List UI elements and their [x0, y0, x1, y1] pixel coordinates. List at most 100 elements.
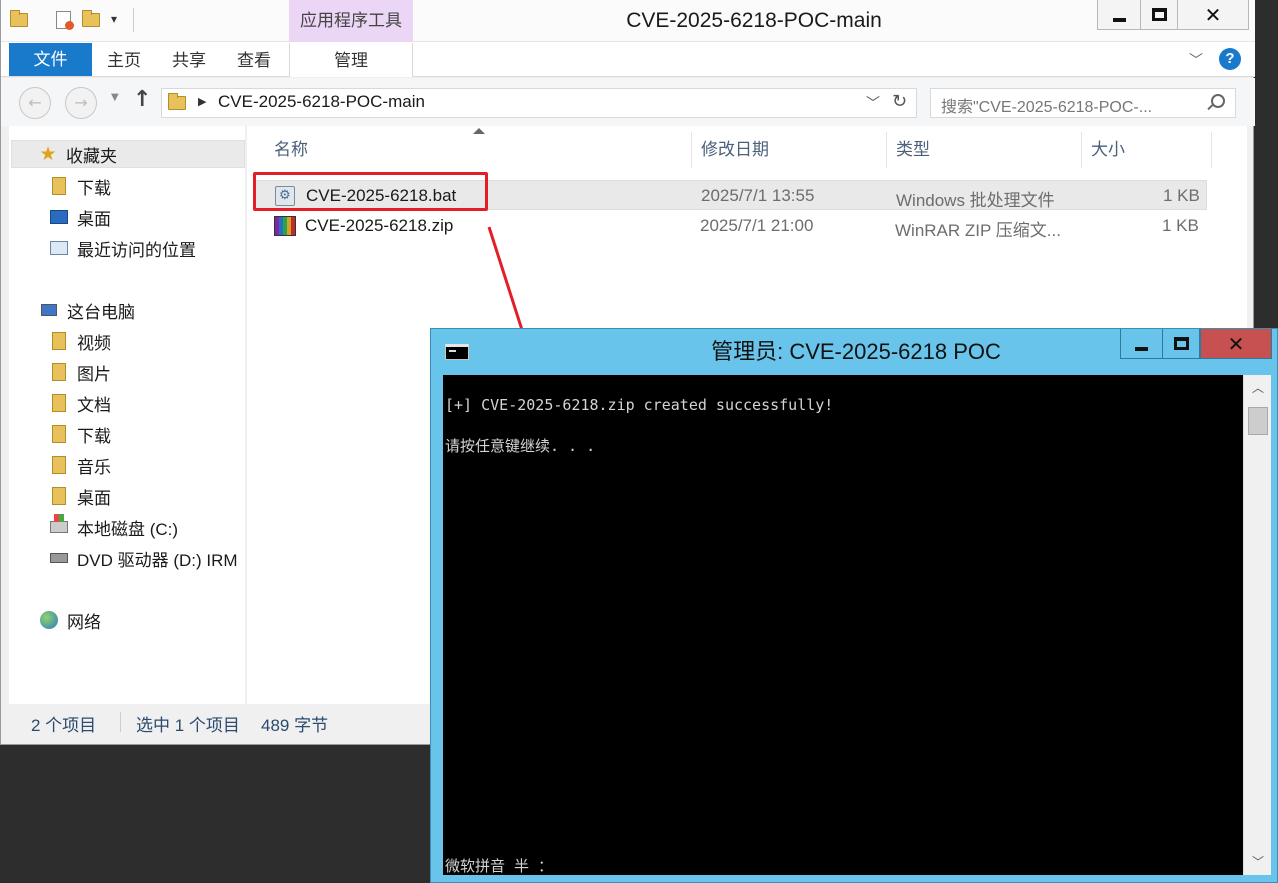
search-input[interactable]: 搜索"CVE-2025-6218-POC-...: [930, 88, 1236, 118]
tab-view[interactable]: 查看: [237, 43, 271, 76]
file-name: CVE-2025-6218.zip: [305, 216, 454, 235]
address-bar-row: ← → ▼ ↑ ▶ CVE-2025-6218-POC-main ﹀ ↻ 搜索"…: [1, 78, 1255, 126]
ribbon-tabs: 文件 主页 共享 查看 管理 ﹀ ?: [1, 42, 1255, 77]
console-title-bar: 管理员: CVE-2025-6218 POC ✕: [431, 329, 1278, 375]
desktop-folder-icon: [49, 486, 69, 506]
desktop-icon: [49, 207, 69, 227]
maximize-button[interactable]: [1140, 0, 1178, 30]
navigation-pane: ★ 收藏夹 下载 桌面 最近访问的位置 这台电脑 视频 图片 文档 下载 音乐 …: [9, 126, 245, 704]
sidebar-item-recent-places[interactable]: 最近访问的位置: [49, 234, 196, 262]
sidebar-item-videos[interactable]: 视频: [49, 327, 111, 355]
file-row[interactable]: CVE-2025-6218.zip 2025/7/1 21:00 WinRAR …: [255, 211, 1207, 241]
close-button[interactable]: ✕: [1177, 0, 1249, 30]
computer-icon: [39, 300, 59, 320]
console-output[interactable]: [+] CVE-2025-6218.zip created successful…: [443, 375, 1243, 875]
sidebar-item-favorites[interactable]: ★ 收藏夹: [11, 140, 245, 168]
tab-file[interactable]: 文件: [9, 43, 92, 76]
scroll-down-icon[interactable]: ﹀: [1244, 849, 1272, 875]
sidebar-item-desktop[interactable]: 桌面: [49, 203, 111, 231]
maximize-icon: [1173, 337, 1189, 350]
breadcrumb[interactable]: CVE-2025-6218-POC-main: [218, 92, 425, 112]
quick-access-dropdown-icon[interactable]: ▾: [111, 12, 117, 26]
file-type: WinRAR ZIP 压缩文...: [895, 221, 1061, 240]
divider: [120, 712, 121, 732]
minimize-icon: [1135, 346, 1148, 351]
help-icon[interactable]: ?: [1219, 48, 1241, 70]
breadcrumb-arrow-icon[interactable]: ▶: [198, 95, 206, 108]
close-icon: ✕: [1204, 2, 1222, 27]
sidebar-item-documents[interactable]: 文档: [49, 389, 111, 417]
scroll-up-icon[interactable]: ︿: [1244, 375, 1272, 401]
folder-icon: [168, 93, 186, 110]
file-type: Windows 批处理文件: [896, 191, 1055, 210]
sidebar-item-local-disk[interactable]: 本地磁盘 (C:): [49, 513, 178, 541]
tab-share[interactable]: 共享: [172, 43, 206, 76]
up-arrow-icon[interactable]: ↑: [133, 87, 151, 112]
console-scrollbar[interactable]: ︿ ﹀: [1243, 375, 1271, 875]
sidebar-item-label: 下载: [77, 178, 111, 198]
sidebar-item-downloads[interactable]: 下载: [49, 172, 111, 200]
command-prompt-icon[interactable]: [445, 344, 469, 360]
sidebar-item-network[interactable]: 网络: [39, 606, 101, 634]
back-button[interactable]: ←: [19, 87, 51, 119]
ime-status-line: 微软拼音 半 ：: [445, 857, 554, 875]
console-title: 管理员: CVE-2025-6218 POC: [711, 339, 1001, 364]
new-folder-icon[interactable]: [81, 10, 101, 30]
file-size: 1 KB: [1162, 216, 1199, 235]
sidebar-item-dvd-drive[interactable]: DVD 驱动器 (D:) IRM: [49, 544, 238, 572]
column-header-modified[interactable]: 修改日期: [692, 132, 887, 168]
sidebar-item-music[interactable]: 音乐: [49, 451, 111, 479]
console-maximize-button[interactable]: [1162, 329, 1200, 359]
column-header-name[interactable]: 名称: [265, 132, 692, 168]
documents-folder-icon: [49, 393, 69, 413]
forward-button[interactable]: →: [65, 87, 97, 119]
chevron-down-icon[interactable]: ﹀: [866, 93, 880, 113]
sidebar-item-label: 下载: [77, 426, 111, 446]
minimize-icon: [1112, 17, 1126, 22]
properties-icon[interactable]: [53, 10, 74, 30]
sidebar-item-label: 音乐: [77, 457, 111, 477]
recent-places-icon: [49, 238, 69, 258]
console-line: 请按任意键继续. . .: [445, 437, 596, 455]
tab-manage[interactable]: 管理: [289, 43, 413, 77]
app-tools-context-tab: 应用程序工具: [289, 0, 413, 42]
sidebar-item-label: 视频: [77, 333, 111, 353]
column-header-type[interactable]: 类型: [887, 132, 1082, 168]
selection-size: 489 字节: [261, 716, 329, 735]
sidebar-item-label: DVD 驱动器 (D:) IRM: [77, 550, 238, 570]
tab-home[interactable]: 主页: [107, 43, 141, 76]
address-field[interactable]: ▶ CVE-2025-6218-POC-main ﹀ ↻: [161, 88, 917, 118]
file-modified: 2025/7/1 13:55: [701, 186, 815, 205]
annotation-highlight-box: [253, 172, 488, 211]
search-icon[interactable]: [1211, 94, 1225, 108]
chevron-down-icon[interactable]: ﹀: [1189, 50, 1203, 70]
sidebar-item-label: 收藏夹: [66, 146, 117, 166]
column-header-size[interactable]: 大小: [1082, 132, 1212, 168]
sidebar-item-downloads-pc[interactable]: 下载: [49, 420, 111, 448]
winrar-zip-icon: [274, 216, 296, 236]
back-arrow-icon: ←: [28, 93, 42, 112]
sidebar-item-label: 网络: [67, 612, 101, 632]
sidebar-item-label: 桌面: [77, 209, 111, 229]
refresh-icon[interactable]: ↻: [892, 91, 907, 112]
star-icon: ★: [39, 143, 57, 165]
minimize-button[interactable]: [1097, 0, 1141, 30]
recent-locations-dropdown-icon[interactable]: ▼: [111, 92, 119, 103]
close-icon: ✕: [1227, 331, 1245, 356]
selection-count: 选中 1 个项目: [136, 716, 240, 735]
folder-icon[interactable]: [9, 10, 29, 30]
divider: [133, 8, 134, 32]
download-folder-icon: [49, 176, 69, 196]
console-close-button[interactable]: ✕: [1200, 329, 1272, 359]
sidebar-item-desktop-pc[interactable]: 桌面: [49, 482, 111, 510]
sidebar-item-this-pc[interactable]: 这台电脑: [39, 296, 135, 324]
forward-arrow-icon: →: [74, 93, 88, 112]
maximize-icon: [1151, 8, 1167, 21]
console-minimize-button[interactable]: [1120, 329, 1163, 359]
window-title: CVE-2025-6218-POC-main: [626, 9, 882, 32]
videos-folder-icon: [49, 331, 69, 351]
scrollbar-thumb[interactable]: [1248, 407, 1268, 435]
sidebar-item-pictures[interactable]: 图片: [49, 358, 111, 386]
network-icon: [39, 610, 59, 630]
item-count: 2 个项目: [31, 716, 97, 735]
